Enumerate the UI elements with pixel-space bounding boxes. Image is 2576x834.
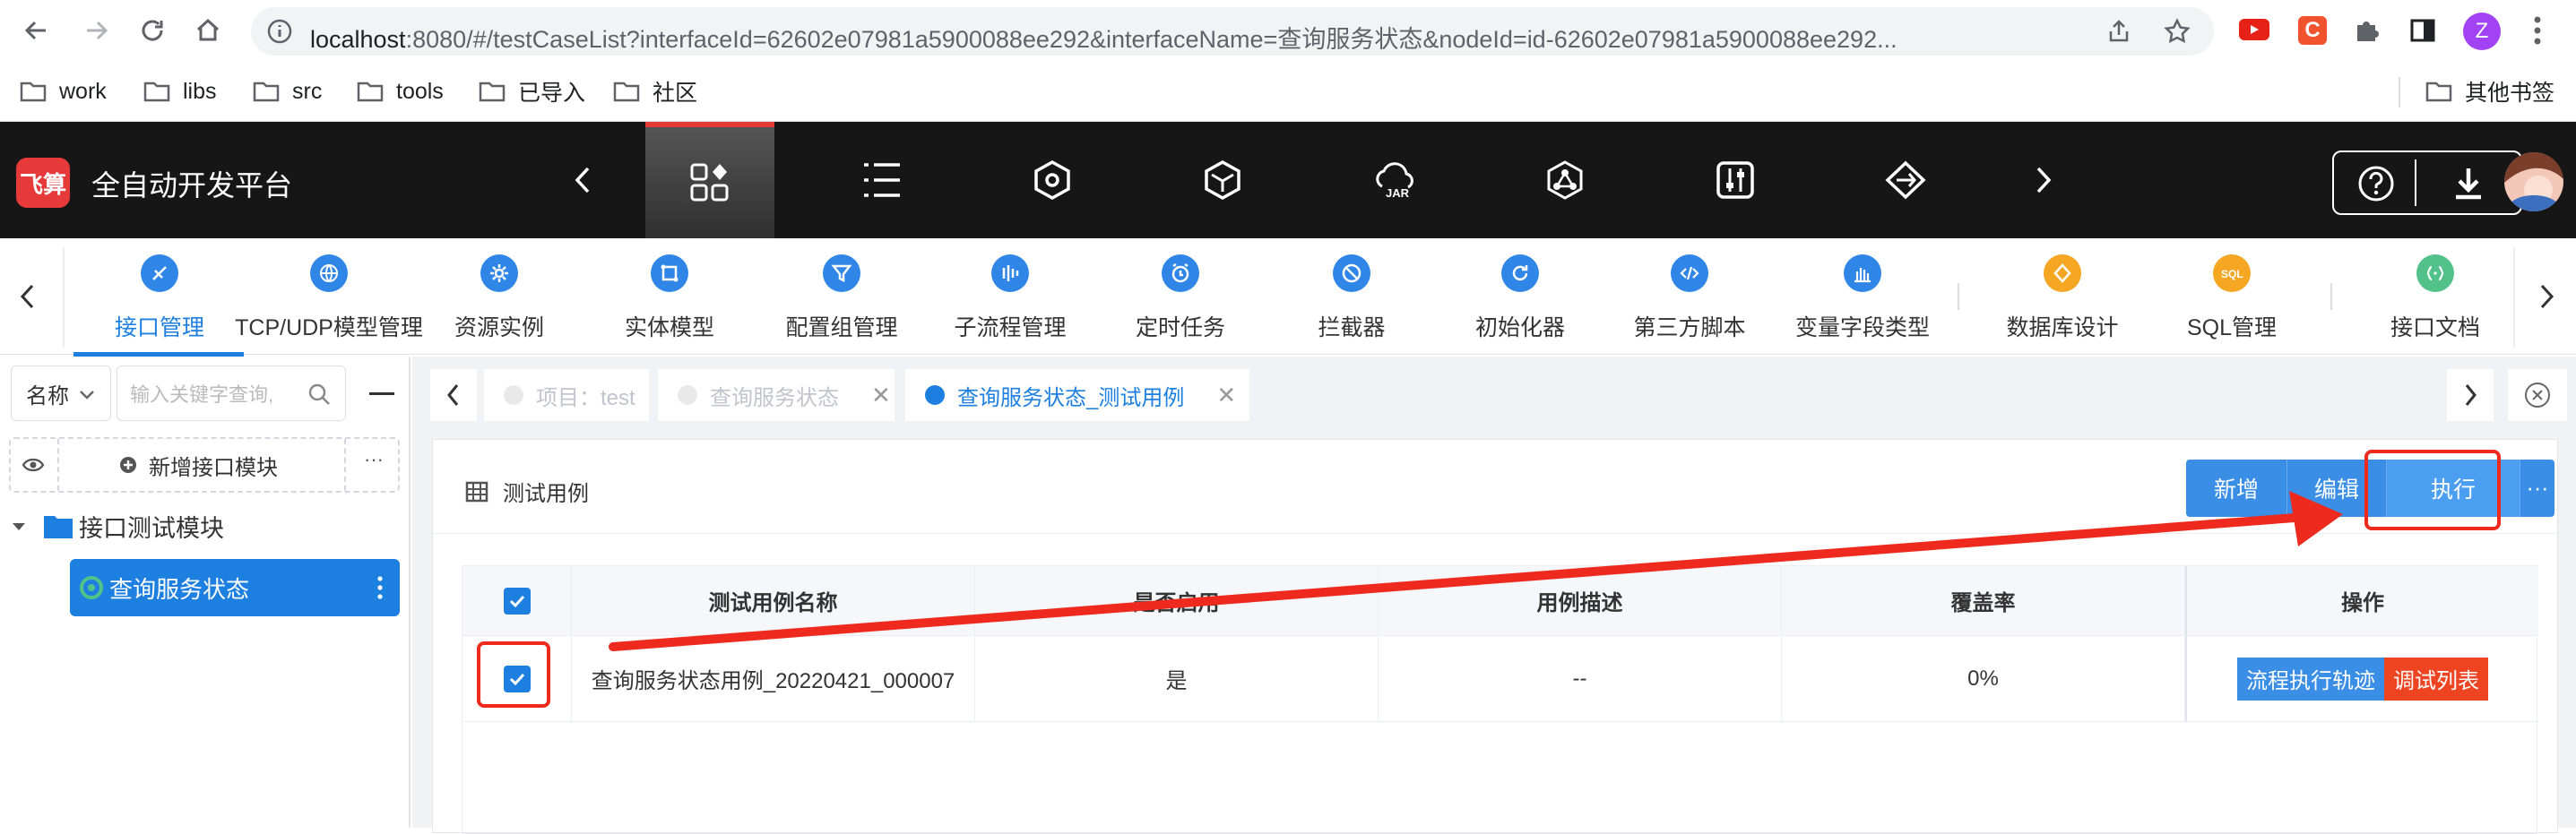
annotation-arrow (609, 491, 2343, 651)
